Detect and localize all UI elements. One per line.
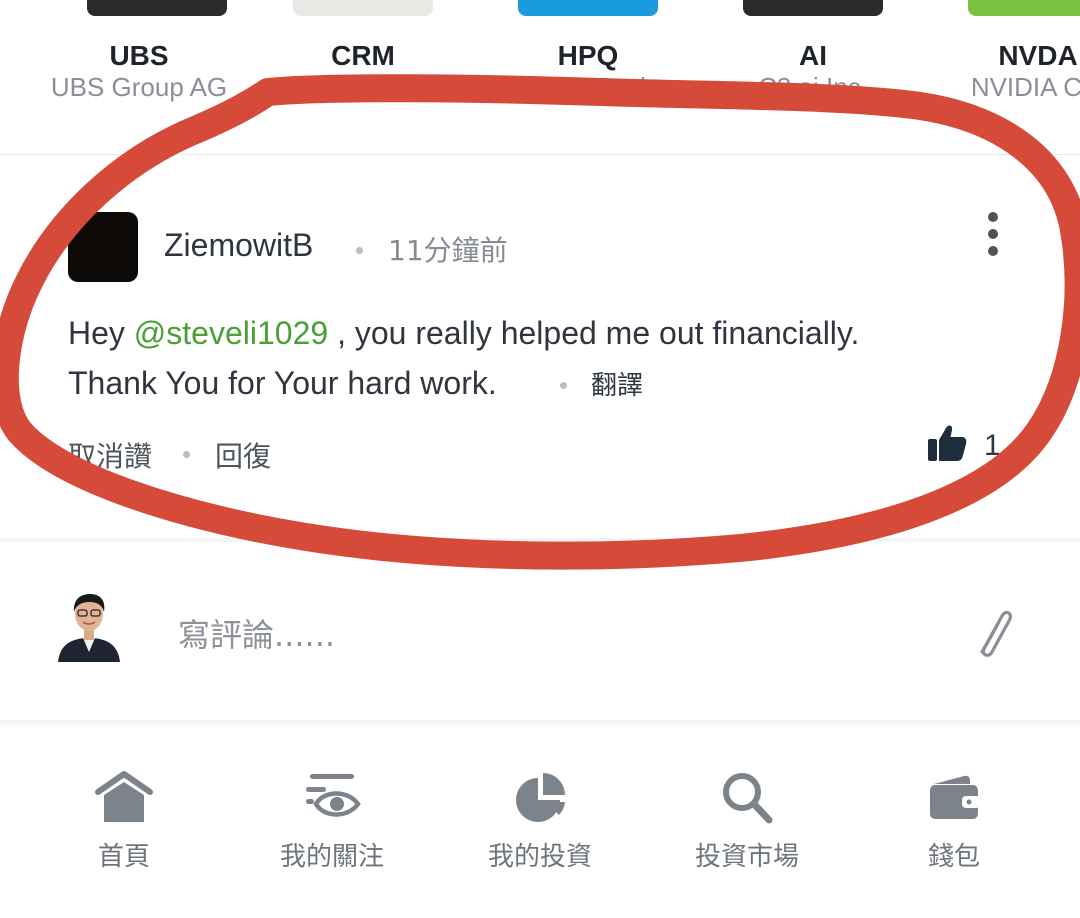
bottom-navigation: 首頁 我的關注 我的投資 投資市場 錢包 [0,728,1080,918]
commenter-avatar[interactable] [68,212,138,282]
thumbs-up-icon[interactable] [926,423,968,463]
reply-button[interactable]: 回復 [215,435,271,475]
comment-text-line-1: Hey @steveli1029 , you really helped me … [68,315,859,352]
nav-home-label: 首頁 [97,842,150,872]
related-tickers-strip: UBS UBS Group AG CRM Salesforce Inc HPQ … [0,0,1080,155]
nav-my-investments[interactable]: 我的投資 [437,728,643,918]
wallet-icon [930,775,980,819]
nav-watchlist-label: 我的關注 [279,842,384,872]
comment-timestamp: 11分鐘前 [388,234,508,267]
ticker-symbol: NVDA [998,40,1078,71]
pie-chart-icon [516,773,565,822]
separator-dot [183,451,190,458]
comment-compose-bar: 寫評論...... [0,542,1080,720]
comment-item: ZiemowitB 11分鐘前 Hey @steveli1029 , you r… [0,155,1080,538]
translate-button[interactable]: 翻譯 [591,365,643,402]
comment-text: Hey [68,315,134,351]
ticker-card-crm[interactable]: CRM Salesforce Inc [243,0,483,120]
divider [0,720,1080,728]
ticker-company-name: Salesforce Inc [280,72,446,102]
ticker-logo [743,0,883,16]
ticker-card-ubs[interactable]: UBS UBS Group AG [19,0,259,120]
ticker-symbol: AI [799,40,827,71]
comment-text-line-2: Thank You for Your hard work. [68,365,497,401]
ticker-company-name: C3.ai Inc. [758,72,868,102]
ticker-logo [293,0,433,16]
home-icon [95,771,153,822]
nav-wallet[interactable]: 錢包 [851,728,1057,918]
comment-text: , you really helped me out financially. [328,315,860,351]
ticker-card-nvda[interactable]: NVDA NVIDIA Cor [918,0,1080,120]
ticker-logo [968,0,1080,16]
separator-dot [356,247,363,254]
nav-market[interactable]: 投資市場 [644,728,850,918]
watchlist-eye-icon [306,774,361,817]
ticker-company-name: Hewlett Pack... [501,72,675,102]
ticker-card-ai[interactable]: AI C3.ai Inc. [693,0,933,120]
ticker-card-hpq[interactable]: HPQ Hewlett Pack... [468,0,708,120]
ticker-symbol: CRM [331,40,395,71]
like-count: 1 [984,429,1001,462]
ticker-symbol: UBS [109,40,169,71]
commenter-username[interactable]: ZiemowitB [164,227,313,264]
ticker-symbol: HPQ [557,40,619,71]
ticker-logo [87,0,227,16]
unlike-button[interactable]: 取消讚 [68,435,152,475]
user-avatar[interactable] [56,590,122,662]
nav-watchlist[interactable]: 我的關注 [229,728,435,918]
nav-home[interactable]: 首頁 [21,728,227,918]
ticker-company-name: UBS Group AG [50,72,228,102]
more-options-button[interactable] [976,210,1010,258]
nav-my-investments-label: 我的投資 [487,842,592,872]
attachment-icon[interactable] [968,602,1016,662]
mention-link[interactable]: @steveli1029 [134,315,328,351]
ticker-company-name: NVIDIA Cor [970,72,1080,102]
ticker-logo [518,0,658,16]
comment-input[interactable]: 寫評論...... [178,610,335,656]
nav-wallet-label: 錢包 [927,842,980,872]
separator-dot [560,382,567,389]
search-icon [723,773,773,824]
nav-market-label: 投資市場 [694,842,799,872]
